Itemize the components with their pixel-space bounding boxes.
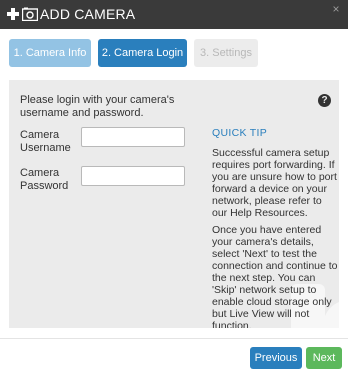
password-label: Camera Password	[20, 167, 69, 192]
camera-icon	[22, 7, 38, 21]
quick-tip-body: Successful camera setup requires port fo…	[212, 147, 339, 328]
username-label: Camera Username	[20, 129, 71, 154]
plus-icon	[7, 8, 19, 20]
username-input[interactable]	[81, 127, 185, 147]
quick-tip-paragraph: Once you have entered your camera's deta…	[212, 224, 338, 328]
quick-tip-paragraph: Successful camera setup requires port fo…	[212, 147, 337, 219]
step-camera-login[interactable]: 2. Camera Login	[98, 39, 187, 67]
login-instructions: Please login with your camera's username…	[20, 94, 175, 119]
step-camera-info[interactable]: 1. Camera Info	[9, 39, 91, 67]
add-camera-icon-group	[7, 6, 38, 22]
help-icon[interactable]: ?	[318, 94, 331, 107]
next-button[interactable]: Next	[306, 347, 342, 369]
dialog-titlebar: ADD CAMERA ×	[0, 0, 348, 29]
previous-button[interactable]: Previous	[250, 347, 302, 369]
login-panel: Please login with your camera's username…	[9, 80, 339, 328]
footer-divider	[0, 338, 348, 339]
password-input[interactable]	[81, 166, 185, 186]
step-settings: 3. Settings	[194, 39, 258, 67]
dialog-title: ADD CAMERA	[40, 6, 136, 22]
close-icon[interactable]: ×	[330, 3, 342, 15]
quick-tip-title: QUICK TIP	[212, 127, 268, 139]
